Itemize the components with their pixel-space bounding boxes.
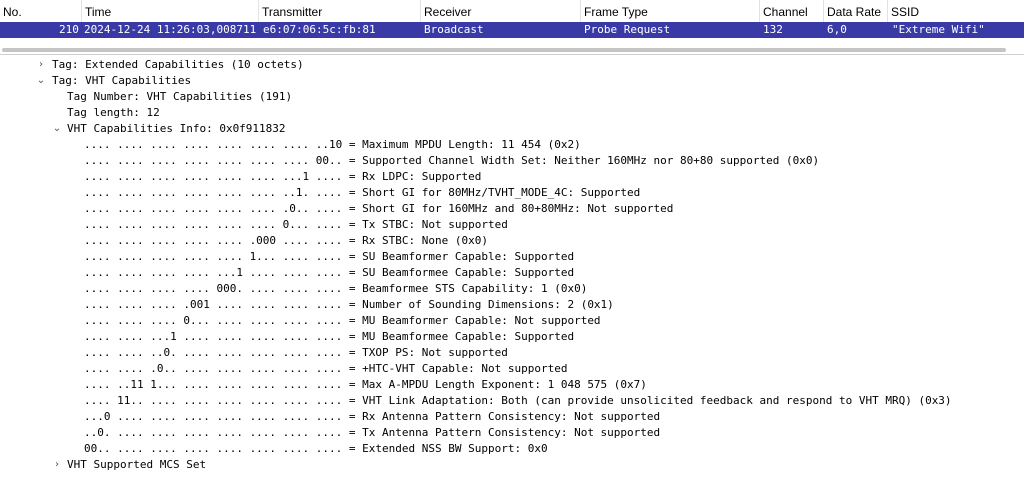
- tree-item-vht-supported-mcs-set[interactable]: VHT Supported MCS Set: [67, 457, 206, 473]
- bitfield-row[interactable]: .... .... .... .... .... .000 .... .... …: [84, 233, 488, 249]
- column-header-no[interactable]: No.: [0, 0, 82, 22]
- cell-time: 2024-12-24 11:26:03,008711: [84, 23, 257, 36]
- bitfield-row[interactable]: .... .... .0.. .... .... .... .... .... …: [84, 361, 567, 377]
- bitfield-row[interactable]: .... 11.. .... .... .... .... .... .... …: [84, 393, 952, 409]
- packet-details-tree: › Tag: Extended Capabilities (10 octets)…: [0, 56, 1024, 477]
- bitfield-row[interactable]: ..0. .... .... .... .... .... .... .... …: [84, 425, 660, 441]
- bitfield-row[interactable]: .... .... .... .... .... .... ...1 .... …: [84, 169, 481, 185]
- bitfield-row[interactable]: .... .... ..0. .... .... .... .... .... …: [84, 345, 508, 361]
- bitfield-row[interactable]: .... .... .... .... .... .... ..1. .... …: [84, 185, 640, 201]
- chevron-down-icon[interactable]: ⌄: [52, 121, 62, 137]
- bitfield-row[interactable]: ...0 .... .... .... .... .... .... .... …: [84, 409, 660, 425]
- chevron-right-icon[interactable]: ›: [52, 457, 62, 473]
- packet-list-scrollbar[interactable]: [0, 38, 1024, 55]
- bitfield-row[interactable]: .... .... .... .... 000. .... .... .... …: [84, 281, 587, 297]
- column-header-channel[interactable]: Channel: [760, 0, 824, 22]
- tree-item-vht-capabilities[interactable]: Tag: VHT Capabilities: [52, 73, 191, 89]
- cell-transmitter: e6:07:06:5c:fb:81: [263, 23, 376, 36]
- tree-item-extended-capabilities[interactable]: Tag: Extended Capabilities (10 octets): [52, 57, 304, 73]
- tree-item-tag-number[interactable]: Tag Number: VHT Capabilities (191): [67, 89, 292, 105]
- column-header-transmitter[interactable]: Transmitter: [259, 0, 421, 22]
- cell-receiver: Broadcast: [424, 23, 484, 36]
- cell-channel: 132: [763, 23, 783, 36]
- bitfield-row[interactable]: .... .... .... .001 .... .... .... .... …: [84, 297, 614, 313]
- cell-data-rate: 6,0: [827, 23, 847, 36]
- bitfield-row[interactable]: .... .... .... .... ...1 .... .... .... …: [84, 265, 574, 281]
- cell-frame-type: Probe Request: [584, 23, 671, 36]
- packet-list-header: No. Time Transmitter Receiver Frame Type…: [0, 0, 1024, 23]
- bitfield-row[interactable]: 00.. .... .... .... .... .... .... .... …: [84, 441, 548, 457]
- bitfield-row[interactable]: .... .... .... .... .... .... .... ..10 …: [84, 137, 581, 153]
- bitfield-row[interactable]: .... .... .... .... .... .... .0.. .... …: [84, 201, 673, 217]
- bitfield-row[interactable]: .... ..11 1... .... .... .... .... .... …: [84, 377, 647, 393]
- bitfield-row[interactable]: .... .... .... 0... .... .... .... .... …: [84, 313, 601, 329]
- bitfield-row[interactable]: .... .... ...1 .... .... .... .... .... …: [84, 329, 574, 345]
- column-header-frame-type[interactable]: Frame Type: [581, 0, 760, 22]
- cell-ssid: "Extreme Wifi": [892, 23, 985, 36]
- bitfield-row[interactable]: .... .... .... .... .... .... 0... .... …: [84, 217, 508, 233]
- chevron-down-icon[interactable]: ⌄: [36, 73, 46, 89]
- cell-no: 210: [59, 23, 79, 36]
- bitfield-row[interactable]: .... .... .... .... .... 1... .... .... …: [84, 249, 574, 265]
- chevron-right-icon[interactable]: ›: [36, 57, 46, 73]
- column-header-ssid[interactable]: SSID: [888, 0, 1024, 22]
- bitfield-row[interactable]: .... .... .... .... .... .... .... 00.. …: [84, 153, 819, 169]
- tree-item-vht-capabilities-info[interactable]: VHT Capabilities Info: 0x0f911832: [67, 121, 286, 137]
- column-header-data-rate[interactable]: Data Rate: [824, 0, 888, 22]
- scrollbar-thumb[interactable]: [2, 48, 1006, 52]
- packet-row-selected[interactable]: 210 2024-12-24 11:26:03,008711 e6:07:06:…: [0, 22, 1024, 38]
- tree-item-tag-length[interactable]: Tag length: 12: [67, 105, 160, 121]
- column-header-time[interactable]: Time: [82, 0, 259, 22]
- column-header-receiver[interactable]: Receiver: [421, 0, 581, 22]
